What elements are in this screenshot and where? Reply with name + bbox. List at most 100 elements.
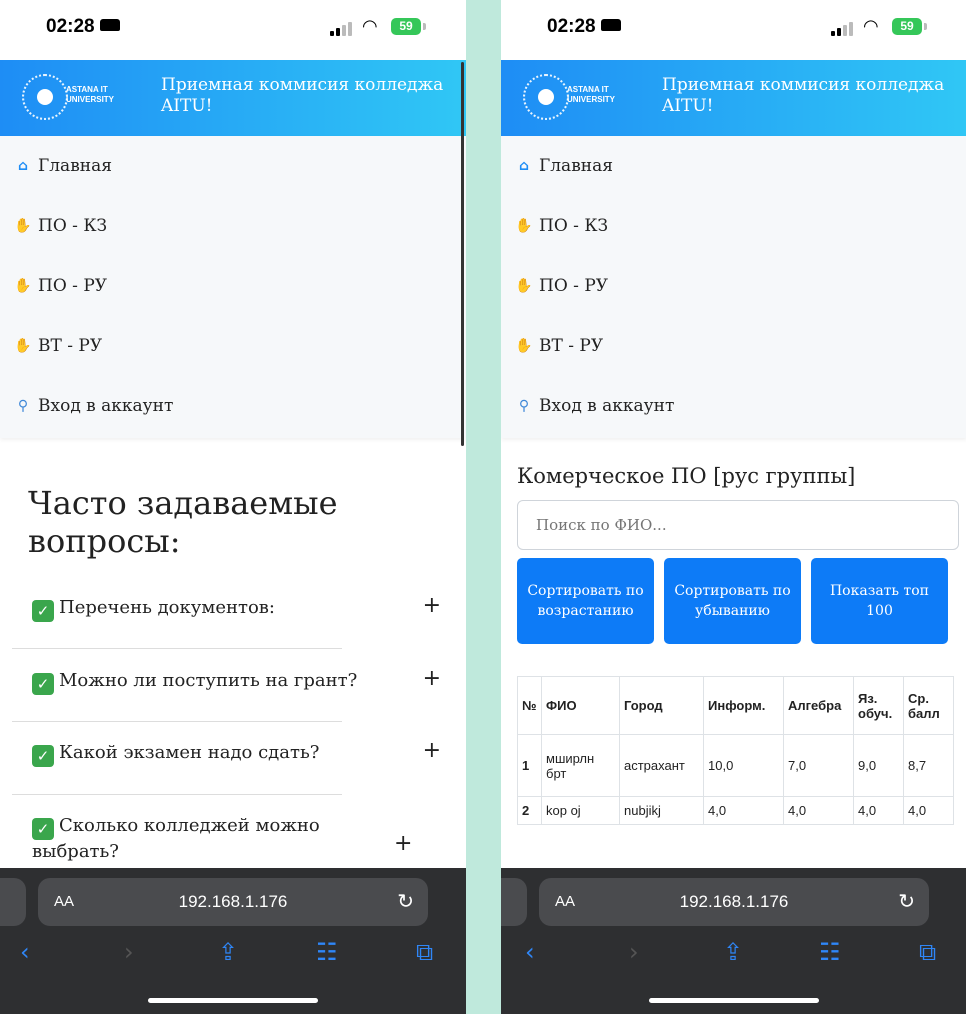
table-cell: 4,0	[703, 796, 784, 825]
url-text: 192.168.1.176	[679, 892, 789, 911]
address-bar[interactable]: AA 192.168.1.176 ↻	[38, 878, 428, 926]
home-indicator[interactable]	[649, 998, 819, 1003]
reload-icon[interactable]: ↻	[898, 889, 915, 913]
faq-item-exam[interactable]: ✓ Какой экзамен надо сдать? +	[12, 739, 453, 767]
site-header: ASTANA IT UNIVERSITY Приемная коммисия ко…	[0, 60, 466, 136]
car-icon	[600, 19, 621, 31]
tabs-icon[interactable]: ⧉	[919, 938, 936, 966]
table-row[interactable]: 1 мширлн брт астрахант 10,0 7,0 9,0 8,7	[517, 734, 954, 797]
bookmarks-icon[interactable]: ☷	[316, 938, 338, 966]
checkmark-icon: ✓	[32, 673, 54, 695]
scrollbar[interactable]	[461, 62, 464, 446]
forward-icon[interactable]: ›	[629, 938, 639, 966]
aitu-logo[interactable]: ASTANA IT UNIVERSITY	[523, 72, 631, 124]
column-header[interactable]: Город	[619, 676, 704, 735]
nav-menu: ⌂ Главная ✋ ПО - КЗ ✋ ПО - РУ ✋ ВТ - РУ ⚲ Вхо…	[501, 136, 966, 438]
checkmark-icon: ✓	[32, 818, 54, 840]
table-cell: 4,0	[783, 796, 854, 825]
column-header[interactable]: Ср. балл	[903, 676, 954, 735]
phone-screen-left: 02:28 ◠ 59 ASTANA IT UNIVERSITY Приемная …	[0, 0, 466, 1014]
aitu-logo[interactable]: ASTANA IT UNIVERSITY	[22, 72, 130, 124]
sort-desc-button[interactable]: Сортировать по убыванию	[664, 558, 801, 644]
status-time: 02:28	[46, 16, 120, 38]
site-header: ASTANA IT UNIVERSITY Приемная коммисия ко…	[501, 60, 966, 136]
reload-icon[interactable]: ↻	[397, 889, 414, 913]
column-header[interactable]: №	[517, 676, 542, 735]
nav-item-po-kz[interactable]: ✋ ПО - КЗ	[0, 196, 466, 256]
column-header[interactable]: Алгебра	[783, 676, 854, 735]
home-icon: ⌂	[17, 158, 29, 174]
table-header-row: № ФИО Город Информ. Алгебра Яз. обуч. Ср…	[517, 676, 954, 735]
wifi-icon: ◠	[863, 16, 879, 37]
table-cell: 7,0	[783, 734, 854, 797]
show-top-100-button[interactable]: Показать топ 100	[811, 558, 948, 644]
divider	[12, 721, 342, 722]
column-header[interactable]: ФИО	[541, 676, 620, 735]
logo-emblem-icon	[523, 74, 569, 120]
previous-tab[interactable]	[0, 878, 26, 926]
search-input[interactable]	[517, 500, 959, 550]
results-table: № ФИО Город Информ. Алгебра Яз. обуч. Ср…	[517, 676, 954, 825]
search-icon: ⚲	[518, 398, 530, 414]
table-cell: kop oj	[541, 796, 620, 825]
divider	[12, 794, 342, 795]
back-icon[interactable]: ‹	[525, 938, 535, 966]
nav-item-login[interactable]: ⚲ Вход в аккаунт	[0, 376, 466, 436]
table-cell: 4,0	[903, 796, 954, 825]
forward-icon[interactable]: ›	[124, 938, 134, 966]
signal-icon	[330, 22, 354, 36]
expand-plus-icon[interactable]: +	[394, 831, 454, 856]
table-cell: 10,0	[703, 734, 784, 797]
signal-icon	[831, 22, 855, 36]
expand-plus-icon[interactable]: +	[423, 739, 441, 762]
hand-icon: ✋	[14, 218, 32, 234]
status-bar: 02:28 ◠ 59	[501, 0, 966, 60]
nav-item-vt-ru[interactable]: ✋ ВТ - РУ	[0, 316, 466, 376]
browser-toolbar: AA 192.168.1.176 ↻ ‹ › ⇪ ☷ ⧉	[501, 868, 966, 1014]
wifi-icon: ◠	[362, 16, 378, 37]
faq-item-grant[interactable]: ✓ Можно ли поступить на грант? +	[12, 667, 453, 695]
back-icon[interactable]: ‹	[20, 938, 30, 966]
hand-icon: ✋	[14, 338, 32, 354]
share-icon[interactable]: ⇪	[723, 938, 743, 966]
nav-item-home[interactable]: ⌂ Главная	[0, 136, 466, 196]
status-time: 02:28	[547, 16, 621, 38]
hand-icon: ✋	[14, 278, 32, 294]
nav-item-po-ru[interactable]: ✋ ПО - РУ	[501, 256, 966, 316]
previous-tab[interactable]	[501, 878, 527, 926]
browser-toolbar: AA 192.168.1.176 ↻ ‹ › ⇪ ☷ ⧉	[0, 868, 466, 1014]
expand-plus-icon[interactable]: +	[423, 667, 441, 690]
table-cell: 8,7	[903, 734, 954, 797]
hand-icon: ✋	[515, 338, 533, 354]
status-bar: 02:28 ◠ 59	[0, 0, 466, 60]
divider	[12, 648, 342, 649]
nav-item-po-ru[interactable]: ✋ ПО - РУ	[0, 256, 466, 316]
table-cell: 9,0	[853, 734, 904, 797]
table-row[interactable]: 2 kop oj nubjikj 4,0 4,0 4,0 4,0	[517, 796, 954, 825]
column-header[interactable]: Информ.	[703, 676, 784, 735]
expand-plus-icon[interactable]: +	[423, 594, 441, 617]
bookmarks-icon[interactable]: ☷	[819, 938, 841, 966]
tabs-icon[interactable]: ⧉	[416, 938, 433, 966]
search-icon: ⚲	[17, 398, 29, 414]
nav-item-vt-ru[interactable]: ✋ ВТ - РУ	[501, 316, 966, 376]
nav-item-po-kz[interactable]: ✋ ПО - КЗ	[501, 196, 966, 256]
nav-item-home[interactable]: ⌂ Главная	[501, 136, 966, 196]
share-icon[interactable]: ⇪	[218, 938, 238, 966]
battery-icon: 59	[391, 18, 421, 35]
home-indicator[interactable]	[148, 998, 318, 1003]
sort-asc-button[interactable]: Сортировать по возрастанию	[517, 558, 654, 644]
table-cell: 1	[517, 734, 542, 797]
logo-emblem-icon	[22, 74, 68, 120]
faq-item-colleges[interactable]: ✓ Сколько колледжей можно выбрать?	[12, 814, 362, 863]
home-icon: ⌂	[518, 158, 530, 174]
faq-item-documents[interactable]: ✓ Перечень документов: +	[12, 594, 453, 622]
table-cell: астрахант	[619, 734, 704, 797]
column-header[interactable]: Яз. обуч.	[853, 676, 904, 735]
url-text: 192.168.1.176	[178, 892, 288, 911]
phone-screen-right: 02:28 ◠ 59 ASTANA IT UNIVERSITY Приемная …	[501, 0, 966, 1014]
table-cell: мширлн брт	[541, 734, 620, 797]
header-title: Приемная коммисия колледжа AITU!	[662, 75, 945, 116]
nav-item-login[interactable]: ⚲ Вход в аккаунт	[501, 376, 966, 436]
address-bar[interactable]: AA 192.168.1.176 ↻	[539, 878, 929, 926]
